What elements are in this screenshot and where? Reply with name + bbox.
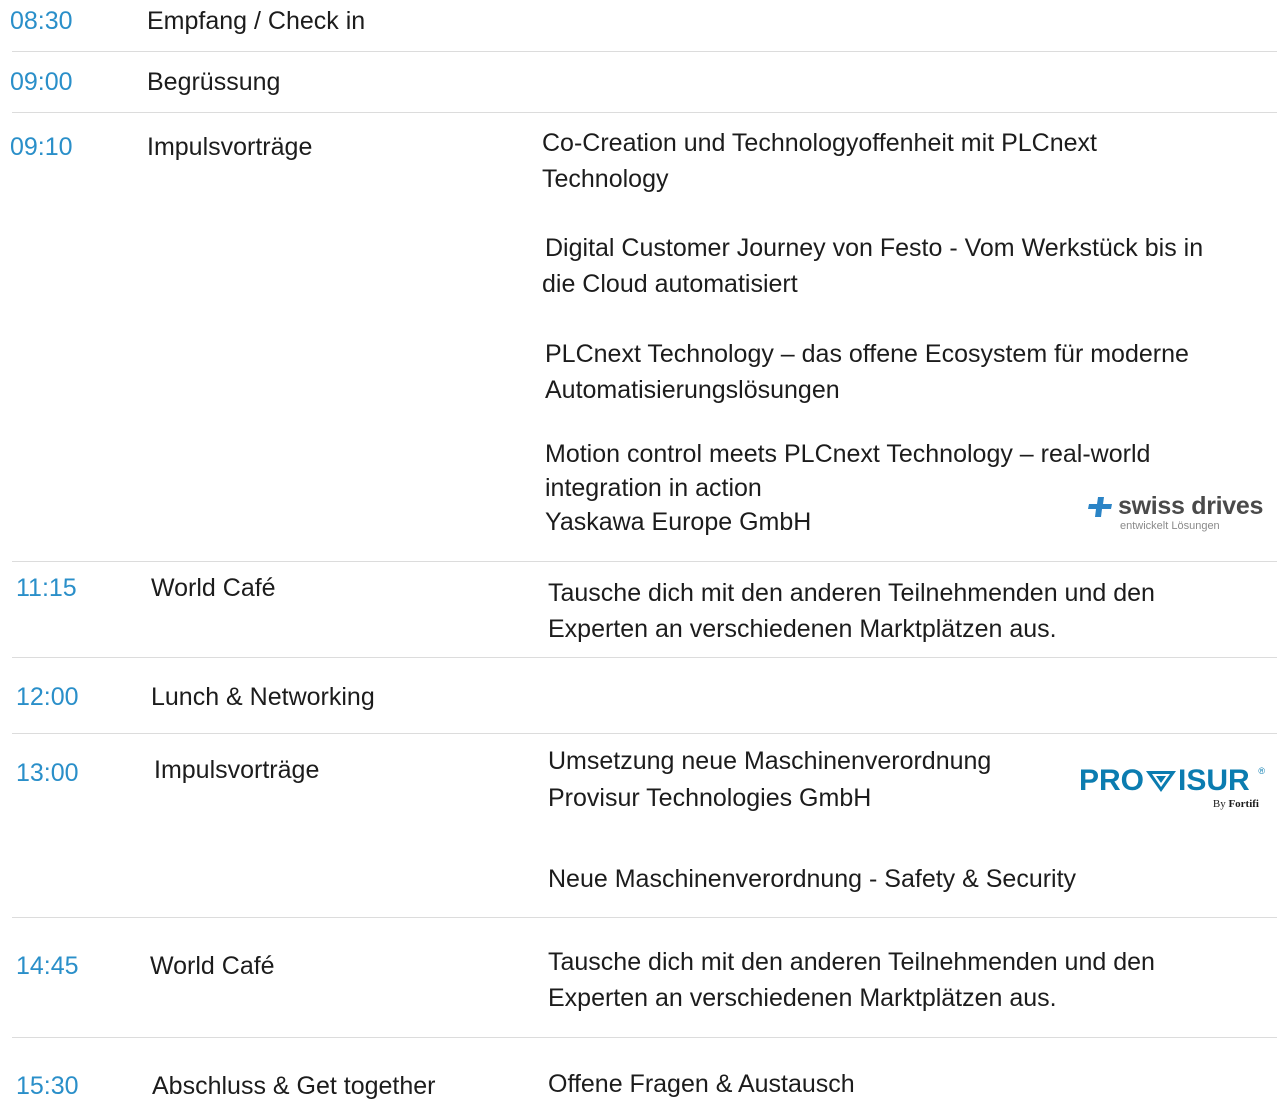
talk-world-cafe-1: Tausche dich mit den anderen Teilnehmend… (548, 575, 1155, 647)
talk-line: integration in action (545, 474, 762, 502)
talk-speaker-company: Yaskawa Europe GmbH (545, 508, 812, 536)
time-1115: 11:15 (16, 574, 77, 602)
title-1200: Lunch & Networking (151, 683, 375, 711)
talk-line: Technology (542, 165, 669, 193)
talk-maschinenverordnung: Umsetzung neue Maschinenverordnung Provi… (548, 743, 991, 817)
provisur-logo: PRO ISUR ® By Fortifi (1079, 764, 1265, 814)
talk-line: Motion control meets PLCnext Technology … (545, 440, 1151, 468)
talk-line: Tausche dich mit den anderen Teilnehmend… (548, 948, 1155, 976)
talk-speaker-company: Provisur Technologies GmbH (548, 784, 872, 812)
talk-line: Umsetzung neue Maschinenverordnung (548, 747, 992, 775)
talk-line: Automatisierungslösungen (545, 376, 840, 404)
separator (12, 733, 1277, 734)
diamond-v-icon (1146, 771, 1177, 792)
talk-line: Tausche dich mit den anderen Teilnehmend… (548, 579, 1155, 607)
provisur-by-fortifi: By Fortifi (1213, 798, 1259, 810)
time-0900: 09:00 (10, 68, 73, 96)
title-1445: World Café (150, 952, 275, 980)
separator (12, 1037, 1277, 1038)
title-1115: World Café (151, 574, 276, 602)
separator (12, 657, 1277, 658)
swiss-cross-icon (1088, 497, 1112, 517)
time-1300: 13:00 (16, 759, 79, 787)
talk-festo: Digital Customer Journey von Festo - Vom… (542, 230, 1203, 302)
title-0830: Empfang / Check in (147, 7, 366, 35)
separator (12, 112, 1277, 113)
talk-line: Neue Maschinenverordnung - Safety & Secu… (548, 865, 1077, 893)
separator (12, 917, 1277, 918)
title-1300: Impulsvorträge (154, 756, 320, 784)
talk-line: Experten an verschiedenen Marktplätzen a… (548, 615, 1057, 643)
talk-motion-control: Motion control meets PLCnext Technology … (545, 437, 1150, 539)
swiss-drives-logo: swiss drives entwickelt Lösungen (1088, 492, 1274, 536)
talk-line: Digital Customer Journey von Festo - Vom… (545, 234, 1204, 262)
registered-mark: ® (1258, 766, 1265, 776)
time-1530: 15:30 (16, 1072, 79, 1100)
talk-co-creation: Co-Creation und Technologyoffenheit mit … (542, 125, 1097, 197)
time-1200: 12:00 (16, 683, 79, 711)
talk-line: Offene Fragen & Austausch (548, 1070, 855, 1098)
talk-plcnext-ecosystem: PLCnext Technology – das offene Ecosyste… (545, 336, 1189, 408)
time-0830: 08:30 (10, 7, 73, 35)
talk-line: die Cloud automatisiert (542, 270, 798, 298)
provisur-by-name: Fortifi (1228, 798, 1259, 810)
title-0900: Begrüssung (147, 68, 281, 96)
provisur-by-prefix: By (1212, 798, 1226, 810)
separator (12, 51, 1277, 52)
talk-line: Co-Creation und Technologyoffenheit mit … (542, 129, 1097, 157)
time-0910: 09:10 (10, 133, 73, 161)
title-1530: Abschluss & Get together (152, 1072, 436, 1100)
swiss-drives-tagline: entwickelt Lösungen (1120, 520, 1220, 532)
title-0910: Impulsvorträge (147, 133, 313, 161)
talk-line: PLCnext Technology – das offene Ecosyste… (545, 340, 1189, 368)
provisur-wordmark: PRO ISUR (1079, 764, 1250, 798)
swiss-drives-wordmark: swiss drives (1118, 492, 1264, 520)
talk-safety-security: Neue Maschinenverordnung - Safety & Secu… (548, 861, 1076, 897)
separator (12, 561, 1277, 562)
time-1445: 14:45 (16, 952, 79, 980)
talk-world-cafe-2: Tausche dich mit den anderen Teilnehmend… (548, 944, 1155, 1016)
talk-offene-fragen: Offene Fragen & Austausch (548, 1066, 855, 1102)
provisur-name-left: PRO (1079, 764, 1145, 797)
talk-line: Experten an verschiedenen Marktplätzen a… (548, 984, 1057, 1012)
provisur-name-right: ISUR (1178, 764, 1250, 797)
